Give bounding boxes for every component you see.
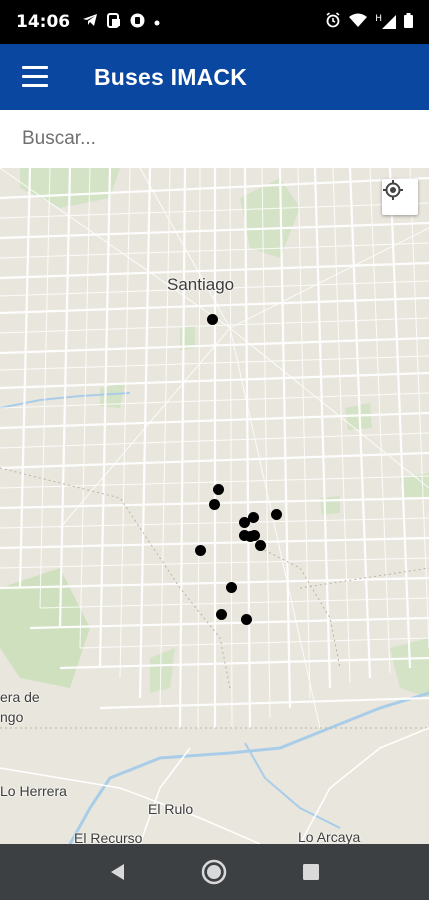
- map-label-lo-arcaya: Lo Arcaya: [298, 829, 361, 844]
- bus-marker[interactable]: [271, 509, 282, 520]
- search-input[interactable]: [20, 127, 409, 151]
- back-button[interactable]: [98, 852, 138, 892]
- search-bar: [0, 110, 429, 168]
- bus-marker[interactable]: [213, 484, 224, 495]
- signal-label: H: [375, 14, 382, 24]
- map-label-ngo: ngo: [0, 709, 24, 725]
- status-time: 14:06: [16, 12, 71, 32]
- hamburger-menu-icon[interactable]: [22, 66, 54, 88]
- recents-button[interactable]: [291, 852, 331, 892]
- map-label-el-recurso: El Recurso: [74, 830, 143, 844]
- app-bar: Buses IMACK: [0, 44, 429, 110]
- bus-marker[interactable]: [207, 314, 218, 325]
- home-button[interactable]: [194, 852, 234, 892]
- bus-marker[interactable]: [241, 614, 252, 625]
- map-view[interactable]: Santiago era de ngo Lo Herrera El Rulo E…: [0, 168, 429, 844]
- bus-marker[interactable]: [226, 582, 237, 593]
- wifi-icon: [349, 13, 368, 31]
- map-label-el-rulo: El Rulo: [148, 801, 194, 817]
- map-label-santiago: Santiago: [167, 275, 235, 294]
- bus-marker[interactable]: [209, 499, 220, 510]
- my-location-button[interactable]: [382, 179, 418, 215]
- map-label-era-de: era de: [0, 689, 40, 705]
- dot-icon: [154, 14, 160, 30]
- bus-marker[interactable]: [195, 545, 206, 556]
- signal-h-icon: H: [375, 15, 396, 29]
- alarm-icon: [325, 12, 341, 32]
- telegram-icon: [82, 13, 98, 31]
- my-location-icon: [383, 180, 403, 200]
- bus-marker[interactable]: [255, 540, 266, 551]
- screencast-icon: [107, 12, 121, 32]
- status-bar: 14:06 H: [0, 0, 429, 44]
- home-circle-icon: [202, 859, 227, 885]
- system-nav-bar: [0, 844, 429, 900]
- back-triangle-icon: [111, 864, 125, 880]
- bus-marker[interactable]: [216, 609, 227, 620]
- app-title: Buses IMACK: [94, 63, 248, 90]
- recents-square-icon: [302, 864, 319, 880]
- bus-marker[interactable]: [239, 517, 250, 528]
- map-label-lo-herrera: Lo Herrera: [0, 783, 67, 799]
- shield-icon: [130, 13, 145, 32]
- battery-icon: [404, 12, 413, 32]
